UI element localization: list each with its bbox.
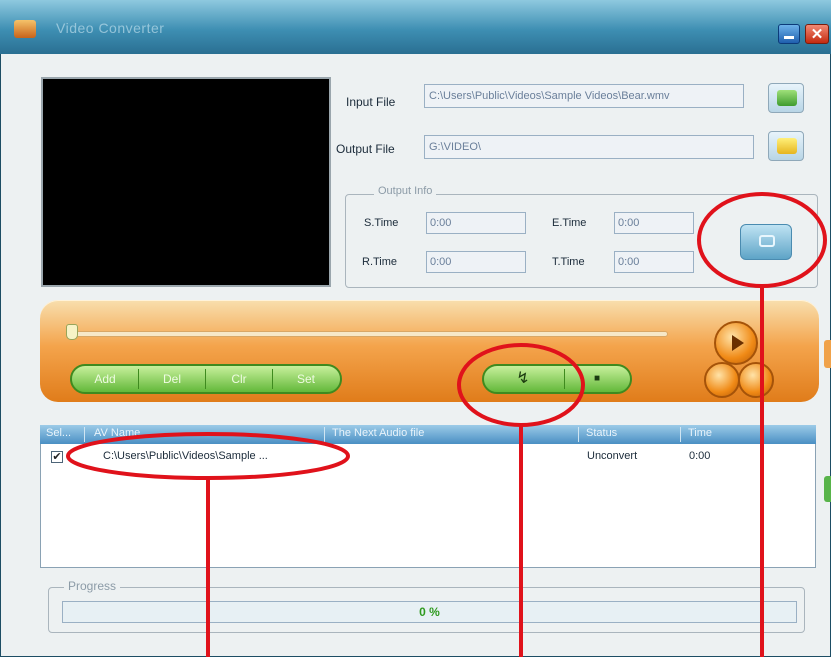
- annotation-ellipse-convert: [457, 343, 585, 427]
- annotation-ellipse-snapshot: [697, 192, 827, 288]
- annotation-ellipse-filename: [66, 432, 350, 480]
- annotation-overlay: [66, 192, 827, 657]
